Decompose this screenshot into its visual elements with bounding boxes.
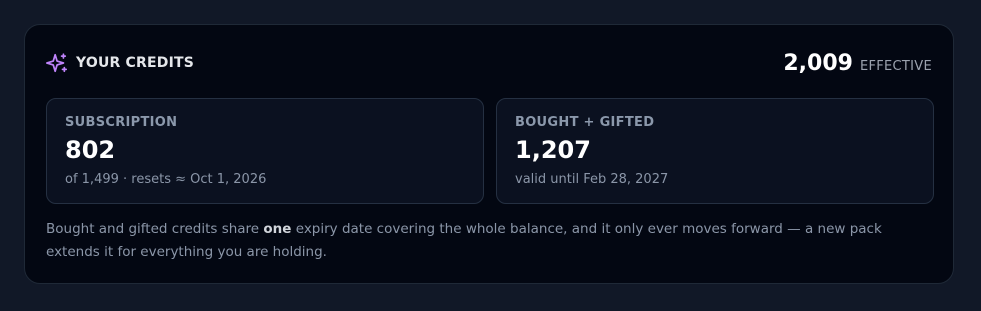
credits-title: YOUR CREDITS xyxy=(76,55,195,71)
note-text-start: Bought and gifted credits share xyxy=(46,221,264,237)
expiry-explanation: Bought and gifted credits share one expi… xyxy=(46,218,936,264)
subscription-credits-panel: SUBSCRIPTION 802 of 1,499 · resets ≈ Oct… xyxy=(46,98,484,204)
note-emphasis: one xyxy=(263,221,292,237)
effective-total: 2,009 EFFECTIVE xyxy=(783,51,932,76)
credits-card: YOUR CREDITS 2,009 EFFECTIVE SUBSCRIPTIO… xyxy=(24,24,954,284)
bought-gifted-label: BOUGHT + GIFTED xyxy=(515,115,655,130)
bought-gifted-credits-panel: BOUGHT + GIFTED 1,207 valid until Feb 28… xyxy=(496,98,934,204)
subscription-value: 802 xyxy=(65,136,116,164)
effective-total-label: EFFECTIVE xyxy=(859,59,932,74)
subscription-detail: of 1,499 · resets ≈ Oct 1, 2026 xyxy=(65,172,267,187)
effective-total-value: 2,009 xyxy=(783,51,853,76)
bought-gifted-detail: valid until Feb 28, 2027 xyxy=(515,172,669,187)
credits-title-group: YOUR CREDITS xyxy=(46,51,194,75)
credits-header: YOUR CREDITS 2,009 EFFECTIVE xyxy=(46,51,932,81)
subscription-label: SUBSCRIPTION xyxy=(65,115,178,130)
bought-gifted-value: 1,207 xyxy=(515,136,591,164)
sparkle-icon xyxy=(46,52,68,74)
